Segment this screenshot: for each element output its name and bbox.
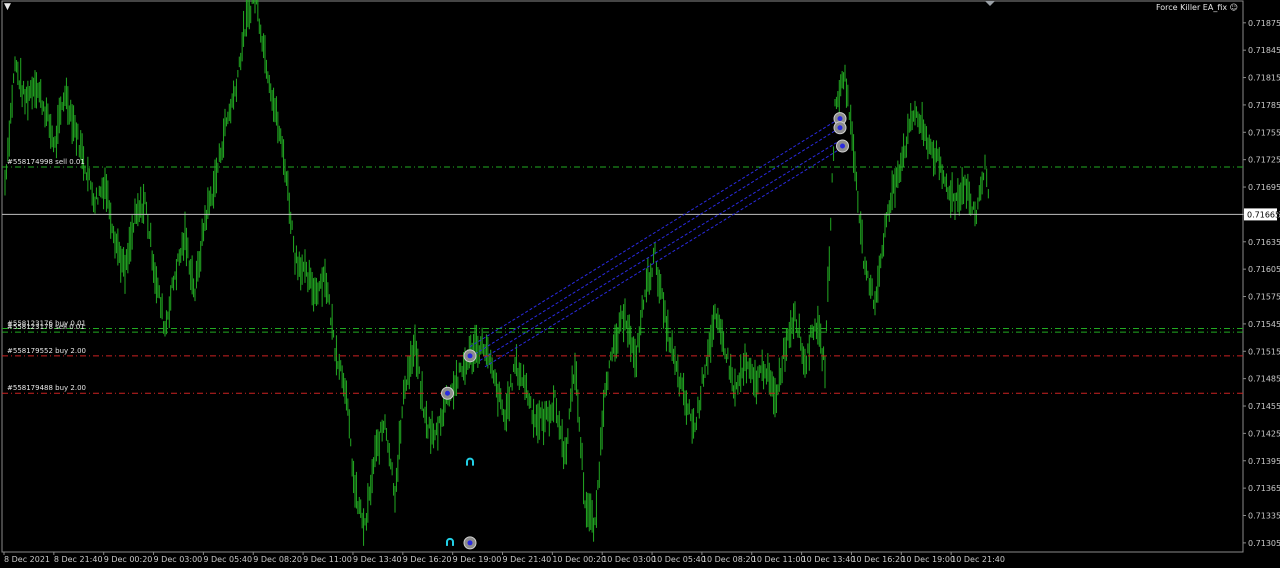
x-tick-label: 10 Dec 16:20 [851,555,905,564]
x-tick-label: 10 Dec 08:20 [702,555,756,564]
y-tick-label: 0.71425 [1248,429,1280,438]
trade-link-line [474,127,841,355]
y-tick-label: 0.71815 [1248,74,1280,83]
x-tick-label: 10 Dec 03:00 [602,555,656,564]
x-tick-label: 9 Dec 19:00 [453,555,502,564]
y-tick-label: 0.71335 [1248,512,1280,521]
trade-marker-dot [837,125,843,131]
y-tick-label: 0.71695 [1248,183,1280,192]
y-tick-label: 0.71605 [1248,265,1280,274]
close-marker-icon [466,457,474,466]
y-tick-label: 0.71725 [1248,156,1280,165]
x-tick-label: 9 Dec 08:20 [253,555,302,564]
x-tick-label: 10 Dec 11:00 [752,555,806,564]
x-tick-label: 9 Dec 03:00 [154,555,203,564]
x-tick-label: 8 Dec 21:40 [54,555,103,564]
trade-marker-dot [467,353,473,359]
x-tick-label: 10 Dec 05:40 [652,555,706,564]
x-tick-label: 9 Dec 13:40 [353,555,402,564]
y-tick-label: 0.71545 [1248,320,1280,329]
y-tick-label: 0.71305 [1248,539,1280,548]
x-tick-label: 9 Dec 05:40 [203,555,252,564]
x-tick-label: 9 Dec 16:20 [403,555,452,564]
trade-marker-dot [467,540,473,546]
trade-link-line [479,140,841,361]
y-tick-label: 0.71455 [1248,402,1280,411]
y-tick-label: 0.71515 [1248,347,1280,356]
x-tick-label: 8 Dec 2021 [4,555,50,564]
y-tick-label: 0.71875 [1248,19,1280,28]
y-tick-label: 0.71365 [1248,484,1280,493]
y-tick-label: 0.71395 [1248,457,1280,466]
y-tick-label: 0.71635 [1248,238,1280,247]
y-tick-label: 0.71755 [1248,128,1280,137]
chart-frame [1,0,1244,553]
trade-marker-dot [445,390,450,396]
price-chart[interactable]: ▼ Force Killer EA_fix ☺ 0.71875 0.71845 0.… [0,0,1280,568]
chart-canvas: 0.71875 0.71845 0.71815 0.71785 0.71755 0.717… [1,0,1280,564]
order-line-label: #558123178 sell 0.01 [7,323,85,331]
y-tick-label: 0.71845 [1248,46,1280,55]
x-tick-label: 9 Dec 11:00 [303,555,352,564]
y-tick-label: 0.71485 [1248,375,1280,384]
x-tick-label: 10 Dec 21:40 [951,555,1005,564]
current-price-label: 0.71665 [1247,210,1280,219]
price-candles [4,0,989,546]
x-tick-label: 9 Dec 21:40 [503,555,552,564]
trade-marker-dot [837,116,843,122]
x-tick-label: 10 Dec 19:00 [901,555,955,564]
order-line-label: #558174998 sell 0.01 [7,158,85,166]
order-line-label: #558179552 buy 2.00 [7,347,86,355]
close-marker-icon [446,537,454,546]
trade-marker-dot [840,143,845,149]
trade-link-line [469,120,836,348]
x-tick-label: 9 Dec 00:20 [104,555,153,564]
x-tick-label: 10 Dec 13:40 [802,555,856,564]
x-tick-label: 10 Dec 00:20 [552,555,606,564]
chart-shift-marker [985,1,995,6]
order-line-label: #558179488 buy 2.00 [7,384,86,392]
y-tick-label: 0.71785 [1248,101,1280,110]
y-tick-label: 0.71575 [1248,293,1280,302]
